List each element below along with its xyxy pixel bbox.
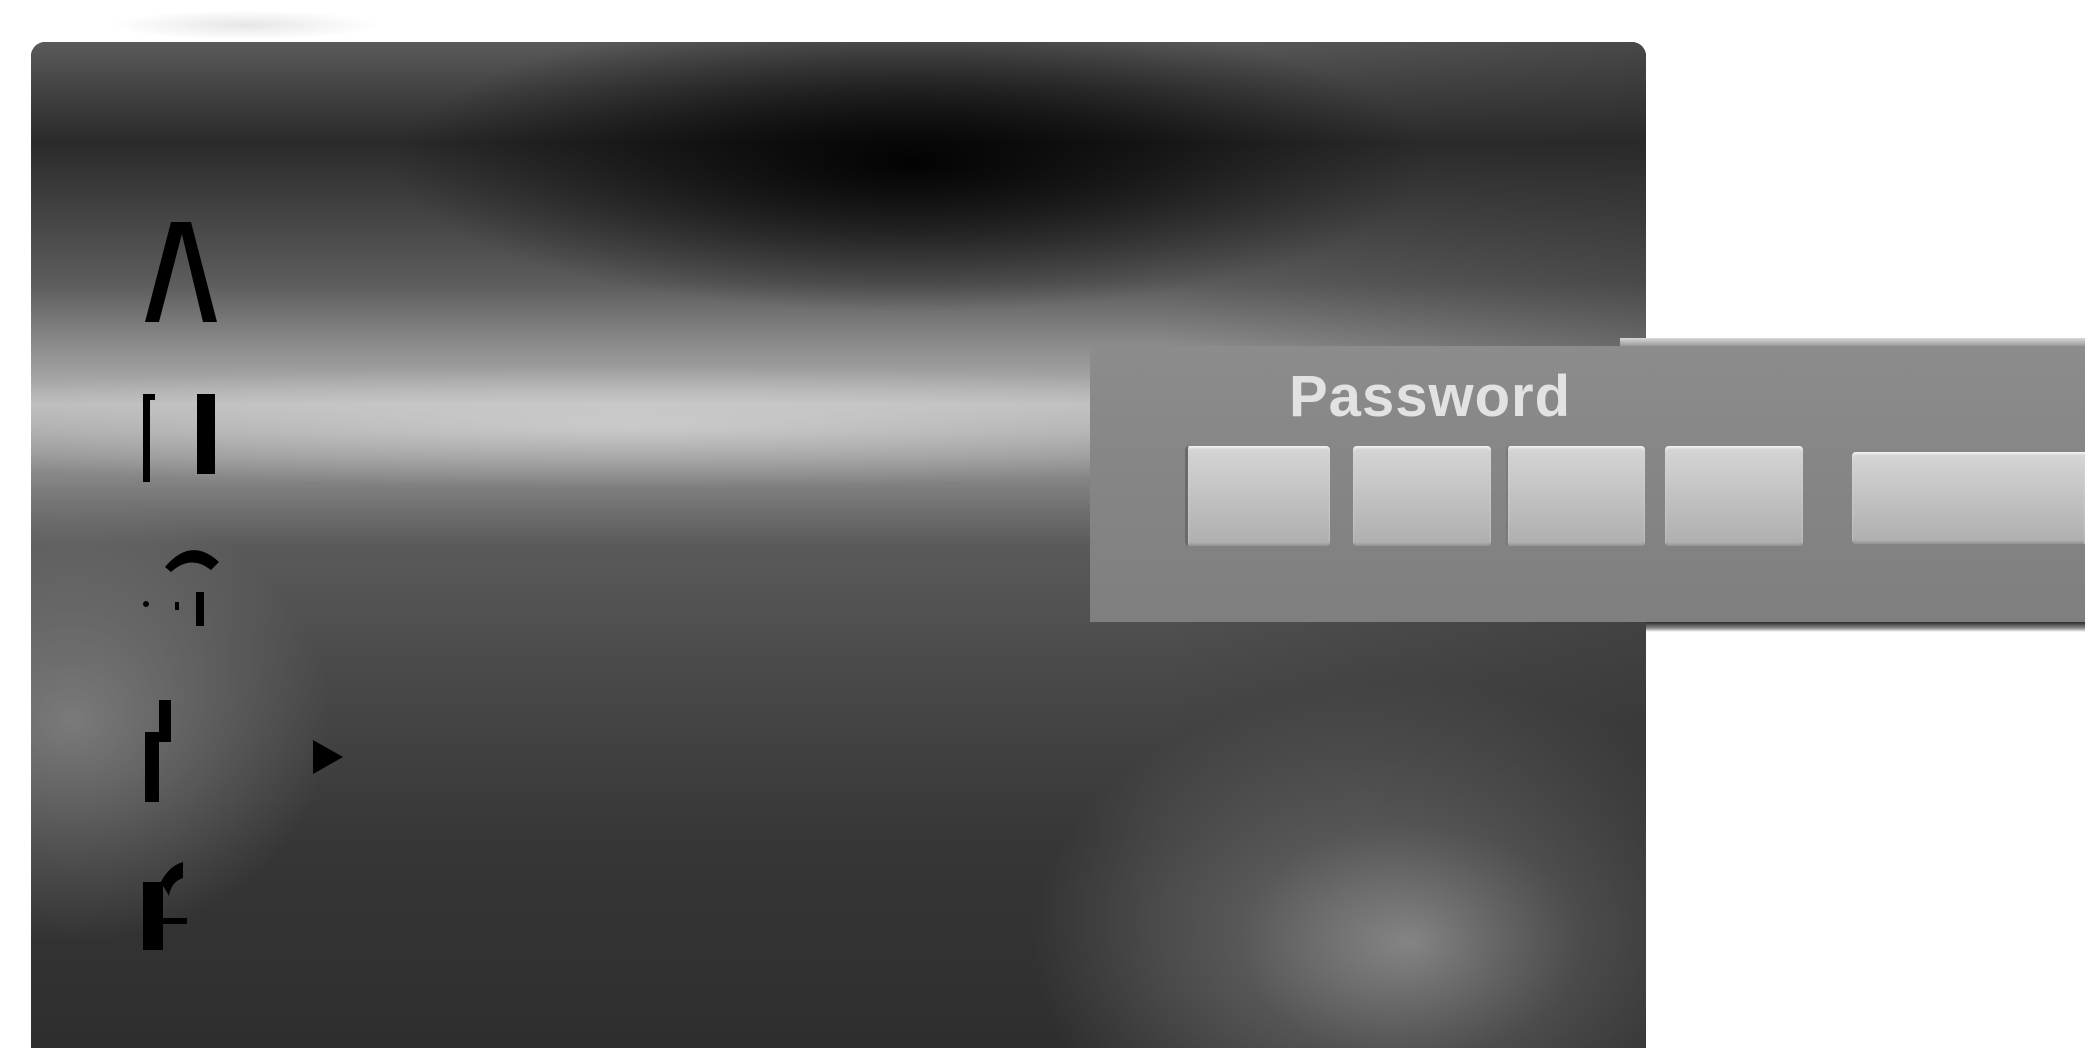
menu-item-1[interactable] xyxy=(141,212,261,322)
menu-item-5[interactable] xyxy=(141,852,261,962)
right-triangle-icon xyxy=(313,740,343,774)
letter-a-glyph-icon xyxy=(145,222,217,322)
password-digit-4[interactable] xyxy=(1665,446,1803,546)
r-glyph-icon xyxy=(143,862,187,950)
password-confirm-button[interactable] xyxy=(1852,452,2085,544)
hook-glyph-icon xyxy=(143,550,219,626)
password-digit-1[interactable] xyxy=(1185,446,1330,546)
menu-item-2[interactable] xyxy=(141,372,261,482)
password-digit-2[interactable] xyxy=(1353,446,1491,546)
background-smudge xyxy=(110,10,380,40)
dialog-bottom-edge xyxy=(1646,622,2085,632)
menu-item-3[interactable] xyxy=(141,532,261,642)
dialog-top-edge xyxy=(1620,338,2085,346)
password-digit-3[interactable] xyxy=(1506,446,1645,546)
password-title: Password xyxy=(1289,364,1571,429)
bracket-glyph-icon xyxy=(143,394,215,482)
menu-item-4[interactable] xyxy=(141,692,261,802)
f-glyph-icon xyxy=(145,700,171,802)
screen: Password xyxy=(0,0,2085,1048)
